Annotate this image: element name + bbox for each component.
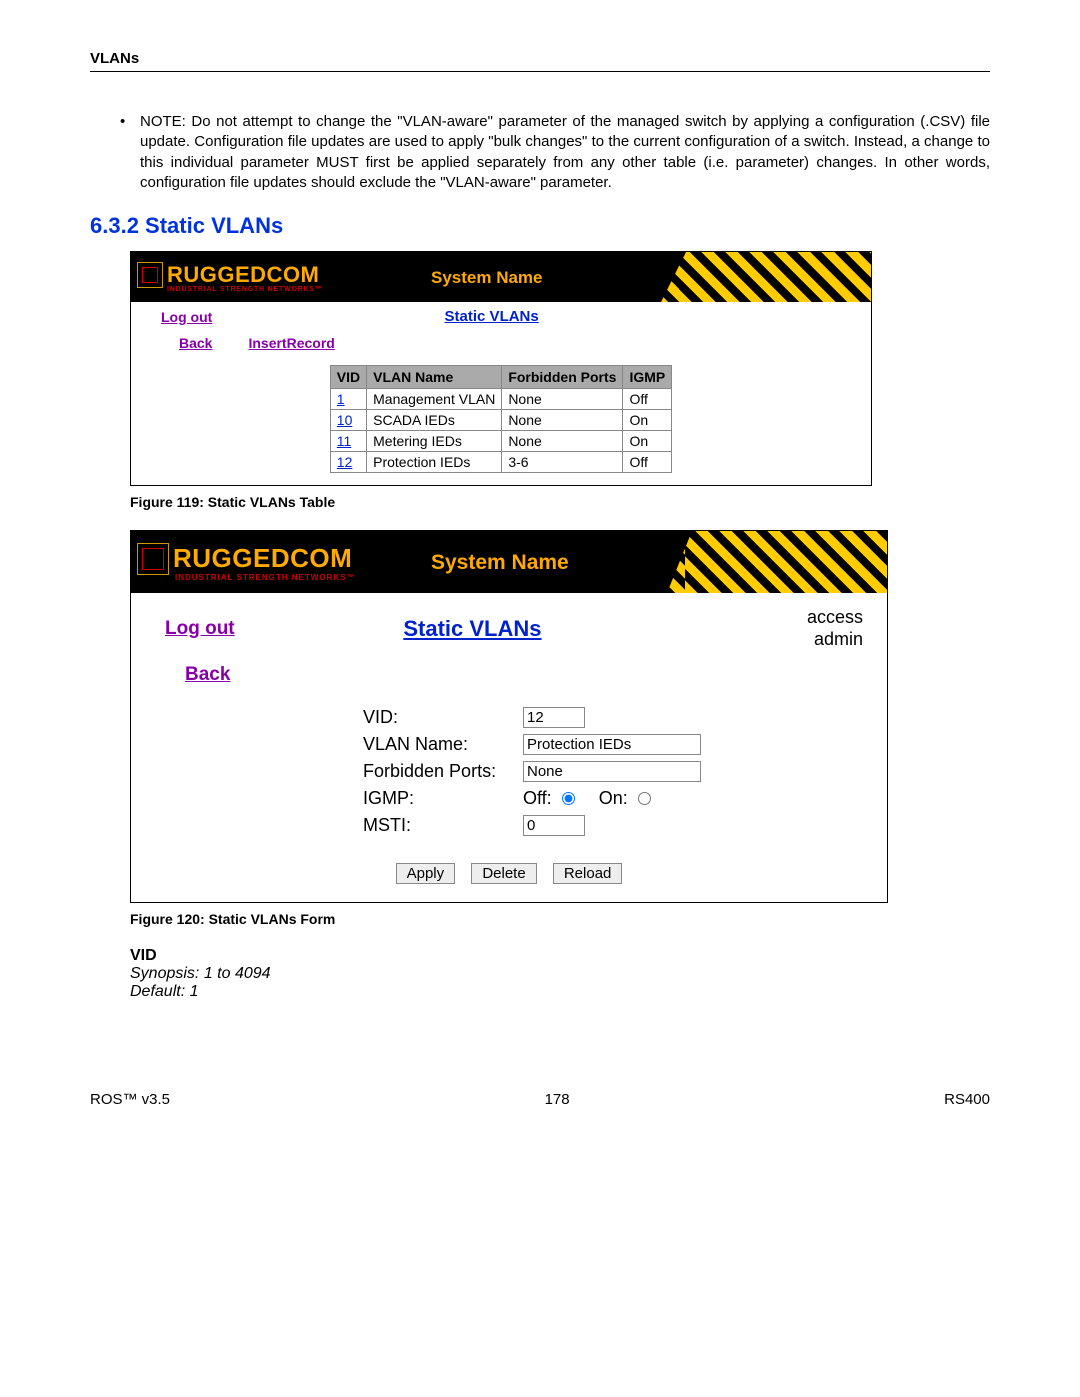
igmp-on-radio[interactable] <box>638 792 651 805</box>
cell: Management VLAN <box>367 389 502 410</box>
msti-input[interactable] <box>523 815 585 836</box>
igmp-off-label: Off: <box>523 788 552 809</box>
system-name: System Name <box>431 551 569 575</box>
cell: Metering IEDs <box>367 431 502 452</box>
bullet-icon: • <box>120 112 125 132</box>
footer-right: RS400 <box>944 1091 990 1108</box>
nav-row-2: Back <box>131 654 887 704</box>
app-header: RUGGEDCOM INDUSTRIAL STRENGTH NETWORKS™ … <box>131 252 871 302</box>
logo-subtext: INDUSTRIAL STRENGTH NETWORKS™ <box>137 286 323 293</box>
note-text: NOTE: Do not attempt to change the "VLAN… <box>140 113 990 191</box>
cell: Off <box>623 452 672 473</box>
cell: None <box>502 410 623 431</box>
cell: Off <box>623 389 672 410</box>
vlan-form: VID: VLAN Name: Forbidden Ports: IGMP: O… <box>131 704 887 902</box>
page-title[interactable]: Static VLANs <box>403 616 541 642</box>
col-igmp: IGMP <box>623 366 672 389</box>
access-label: access admin <box>807 607 863 650</box>
msti-label: MSTI: <box>131 815 523 836</box>
table-row: 12 Protection IEDs 3-6 Off <box>330 452 671 473</box>
vid-link[interactable]: 10 <box>337 412 353 428</box>
vid-input[interactable] <box>523 707 585 728</box>
logo-text: RUGGEDCOM <box>167 262 319 288</box>
section-heading: 6.3.2 Static VLANs <box>90 213 990 239</box>
vlan-name-label: VLAN Name: <box>131 734 523 755</box>
reload-button[interactable]: Reload <box>553 863 623 884</box>
page-title[interactable]: Static VLANs <box>445 308 539 325</box>
param-section: VID Synopsis: 1 to 4094 Default: 1 <box>130 947 990 1001</box>
delete-button[interactable]: Delete <box>471 863 536 884</box>
logo-text: RUGGEDCOM <box>173 543 352 574</box>
hazard-stripe-icon <box>661 252 871 302</box>
param-default: Default: 1 <box>130 983 990 1001</box>
igmp-on-label: On: <box>599 788 628 809</box>
cell: On <box>623 431 672 452</box>
figure-119-screenshot: RUGGEDCOM INDUSTRIAL STRENGTH NETWORKS™ … <box>130 251 872 486</box>
logout-link[interactable]: Log out <box>165 618 235 640</box>
logo-icon <box>137 543 169 575</box>
col-vlan-name: VLAN Name <box>367 366 502 389</box>
nav-row: Log out Static VLANs access admin <box>131 593 887 654</box>
cell: Protection IEDs <box>367 452 502 473</box>
table-row: 11 Metering IEDs None On <box>330 431 671 452</box>
cell: SCADA IEDs <box>367 410 502 431</box>
cell: On <box>623 410 672 431</box>
system-name: System Name <box>431 268 543 288</box>
param-synopsis: Synopsis: 1 to 4094 <box>130 965 990 983</box>
cell: 3-6 <box>502 452 623 473</box>
logo-icon <box>137 262 163 288</box>
figure-120-screenshot: RUGGEDCOM INDUSTRIAL STRENGTH NETWORKS™ … <box>130 530 888 903</box>
nav-row-2: Back InsertRecord <box>131 329 871 361</box>
igmp-off-radio[interactable] <box>562 792 575 805</box>
page-header: VLANs <box>90 50 990 72</box>
vid-label: VID: <box>131 707 523 728</box>
back-link[interactable]: Back <box>185 664 230 686</box>
vid-link[interactable]: 11 <box>337 433 352 449</box>
col-vid: VID <box>330 366 366 389</box>
cell: None <box>502 389 623 410</box>
figure-120-caption: Figure 120: Static VLANs Form <box>130 911 990 927</box>
back-link[interactable]: Back <box>179 335 212 351</box>
igmp-label: IGMP: <box>131 788 523 809</box>
vlan-name-input[interactable] <box>523 734 701 755</box>
note-paragraph: • NOTE: Do not attempt to change the "VL… <box>140 112 990 193</box>
vlan-table: VID VLAN Name Forbidden Ports IGMP 1 Man… <box>330 365 672 473</box>
forbidden-ports-label: Forbidden Ports: <box>131 761 523 782</box>
nav-row: Log out Static VLANs <box>131 302 871 329</box>
footer-center: 178 <box>545 1091 570 1108</box>
vid-link[interactable]: 1 <box>337 391 345 407</box>
logout-link[interactable]: Log out <box>161 309 212 325</box>
table-row: 1 Management VLAN None Off <box>330 389 671 410</box>
table-row: 10 SCADA IEDs None On <box>330 410 671 431</box>
vid-link[interactable]: 12 <box>337 454 353 470</box>
logo-subtext: INDUSTRIAL STRENGTH NETWORKS™ <box>137 573 355 582</box>
forbidden-ports-input[interactable] <box>523 761 701 782</box>
param-name: VID <box>130 947 990 965</box>
logo: RUGGEDCOM INDUSTRIAL STRENGTH NETWORKS™ <box>131 543 355 582</box>
hazard-stripe-icon <box>667 531 887 593</box>
figure-119-caption: Figure 119: Static VLANs Table <box>130 494 990 510</box>
page-footer: ROS™ v3.5 178 RS400 <box>90 1091 990 1108</box>
apply-button[interactable]: Apply <box>396 863 456 884</box>
footer-left: ROS™ v3.5 <box>90 1091 170 1108</box>
app-header: RUGGEDCOM INDUSTRIAL STRENGTH NETWORKS™ … <box>131 531 887 593</box>
logo: RUGGEDCOM INDUSTRIAL STRENGTH NETWORKS™ <box>131 262 323 293</box>
cell: None <box>502 431 623 452</box>
col-forbidden-ports: Forbidden Ports <box>502 366 623 389</box>
insert-record-link[interactable]: InsertRecord <box>248 335 334 351</box>
